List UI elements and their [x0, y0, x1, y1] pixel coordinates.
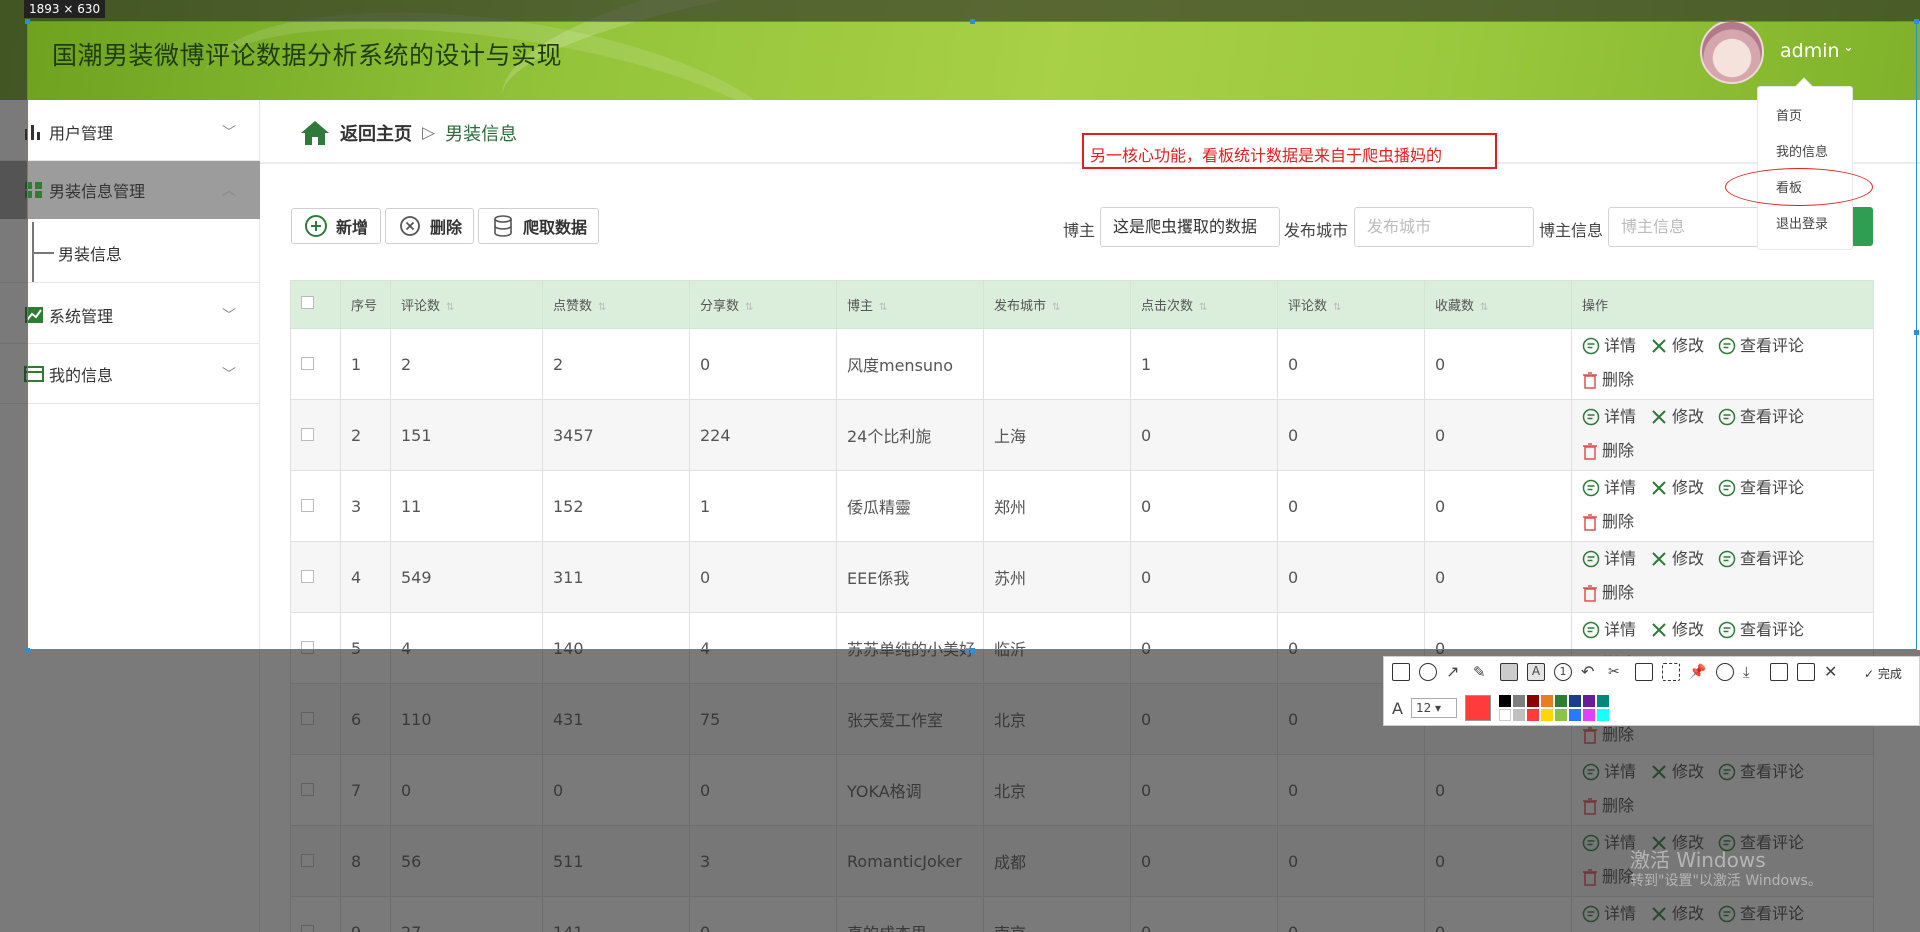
check-icon: ✓	[1864, 667, 1875, 681]
color-swatch[interactable]	[1582, 695, 1595, 707]
arrow-tool-icon[interactable]: ↗	[1446, 663, 1464, 681]
color-swatch[interactable]	[1526, 695, 1539, 707]
color-swatch[interactable]	[1540, 695, 1553, 707]
color-swatch[interactable]	[1554, 695, 1567, 707]
resize-handle[interactable]	[970, 648, 975, 653]
resize-handle[interactable]	[25, 19, 30, 24]
capture-dim-left	[0, 21, 27, 650]
resize-handle[interactable]	[1914, 19, 1919, 24]
app-window: 国潮男装微博评论数据分析系统的设计与实现 admin ⌄ 用户管理 ﹀ 男装信息…	[0, 0, 1920, 932]
resize-handle[interactable]	[25, 648, 30, 653]
ocr-icon[interactable]	[1662, 663, 1680, 681]
color-swatch[interactable]	[1498, 695, 1511, 707]
font-size-select[interactable]: 12 ▾	[1410, 698, 1457, 718]
color-swatch[interactable]	[1582, 709, 1595, 721]
color-swatch[interactable]	[1526, 709, 1539, 721]
font-icon: A	[1392, 698, 1403, 718]
capture-size-label: 1893 × 630	[24, 0, 106, 18]
text-tool-icon[interactable]: A	[1527, 663, 1545, 681]
color-palette	[1498, 695, 1609, 721]
capture-selection-frame[interactable]	[27, 21, 1917, 650]
rectangle-tool-icon[interactable]	[1392, 663, 1410, 681]
bookmark-icon[interactable]	[1797, 663, 1815, 681]
color-swatch[interactable]	[1540, 709, 1553, 721]
capture-dim-top	[0, 0, 1920, 21]
record-icon[interactable]	[1716, 663, 1734, 681]
ellipse-tool-icon[interactable]	[1419, 663, 1437, 681]
resize-handle[interactable]	[970, 19, 975, 24]
windows-activation-title: 激活 Windows	[1630, 848, 1766, 872]
text-style-row: A 12 ▾	[1392, 695, 1609, 721]
close-icon[interactable]: ✕	[1824, 663, 1842, 681]
mosaic-tool-icon[interactable]	[1500, 663, 1518, 681]
undo-icon[interactable]: ↶	[1581, 663, 1599, 681]
number-tool-icon[interactable]: 1	[1554, 663, 1572, 681]
color-swatch[interactable]	[1498, 709, 1511, 721]
color-swatch[interactable]	[1596, 695, 1609, 707]
capture-done-button[interactable]: ✓ 完成	[1864, 665, 1902, 682]
scissors-icon[interactable]: ✂	[1608, 663, 1626, 681]
save-icon[interactable]	[1770, 663, 1788, 681]
translate-icon[interactable]	[1635, 663, 1653, 681]
color-swatch[interactable]	[1512, 709, 1525, 721]
color-swatch[interactable]	[1512, 695, 1525, 707]
font-size-value: 12	[1415, 701, 1432, 715]
color-swatch[interactable]	[1568, 709, 1581, 721]
screenshot-tools: ↗ ✎ A 1 ↶ ✂ 📌 ⤓ ✕	[1392, 663, 1842, 681]
resize-handle[interactable]	[1914, 330, 1919, 335]
pin-icon[interactable]: 📌	[1689, 663, 1707, 681]
pen-tool-icon[interactable]: ✎	[1473, 663, 1491, 681]
color-swatch[interactable]	[1554, 709, 1567, 721]
windows-activation-subtitle: 转到"设置"以激活 Windows。	[1630, 873, 1822, 889]
screenshot-toolbar: ↗ ✎ A 1 ↶ ✂ 📌 ⤓ ✕ ✓ 完成 A 12 ▾	[1383, 656, 1920, 726]
current-color-swatch[interactable]	[1464, 695, 1491, 721]
color-swatch[interactable]	[1596, 709, 1609, 721]
color-swatch[interactable]	[1568, 695, 1581, 707]
capture-done-label: 完成	[1877, 667, 1902, 681]
download-icon[interactable]: ⤓	[1743, 663, 1761, 681]
